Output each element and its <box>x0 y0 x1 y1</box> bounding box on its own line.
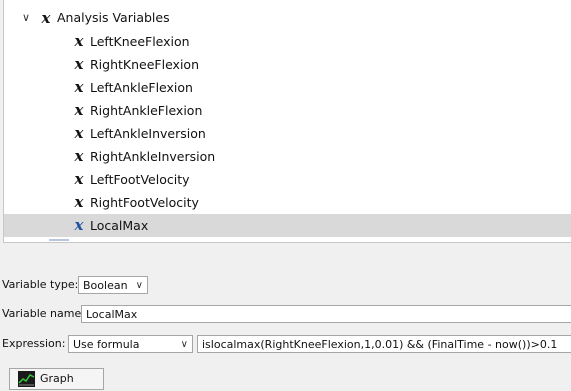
formula-input[interactable]: islocalmax(RightKneeFlexion,1,0.01) && (… <box>197 335 571 353</box>
expression-label: Expression: <box>2 337 66 350</box>
variable-x-icon: x <box>74 55 84 73</box>
expression-row: Expression: Use formula ∨ islocalmax(Rig… <box>0 332 571 356</box>
tree-item-label: RightFootVelocity <box>90 195 199 210</box>
tree-item-rightfootvelocity[interactable]: x RightFootVelocity <box>4 191 571 214</box>
chevron-down-icon: ∨ <box>135 280 143 291</box>
tree-item-localmax[interactable]: x LocalMax <box>4 214 571 237</box>
tree-item-label: RightAnkleInversion <box>90 149 216 164</box>
variables-tree[interactable]: ∨ x Analysis Variables x LeftKneeFlexion… <box>3 0 571 243</box>
variable-name-input[interactable]: LocalMax <box>81 305 571 323</box>
tree-node-analysis-variables[interactable]: ∨ x Analysis Variables <box>4 6 571 30</box>
variable-name-value: LocalMax <box>86 308 138 321</box>
graph-button-label: Graph <box>40 372 74 385</box>
tree-item-rightkneeflexion[interactable]: x RightKneeFlexion <box>4 53 571 76</box>
variable-x-icon: x <box>74 101 84 119</box>
tree-item-label: LocalMax <box>90 218 149 233</box>
variable-name-label: Variable name: <box>2 307 85 320</box>
chevron-down-icon[interactable]: ∨ <box>22 6 34 30</box>
variable-type-label: Variable type: <box>2 278 79 291</box>
tree-item-label: LeftAnkleInversion <box>90 126 206 141</box>
variable-x-icon: x <box>74 216 84 234</box>
formula-value: islocalmax(RightKneeFlexion,1,0.01) && (… <box>202 338 558 351</box>
tree-item-leftankleflexion[interactable]: x LeftAnkleFlexion <box>4 76 571 99</box>
tree-item-label: LeftAnkleFlexion <box>90 80 193 95</box>
variable-x-icon: x <box>74 32 84 50</box>
expression-mode-select[interactable]: Use formula ∨ <box>68 335 193 353</box>
variable-x-icon: x <box>74 124 84 142</box>
tree-item-rightankleflexion[interactable]: x RightAnkleFlexion <box>4 99 571 122</box>
variable-x-icon: x <box>74 78 84 96</box>
tree-item-label: LeftKneeFlexion <box>90 34 190 49</box>
expression-mode-value: Use formula <box>73 338 140 351</box>
variable-properties-form: Variable type: Boolean ∨ Variable name: … <box>0 243 571 391</box>
tree-scroll-indicator <box>49 239 69 241</box>
graph-button[interactable]: Graph <box>9 368 104 390</box>
tree-node-label: Analysis Variables <box>57 10 170 25</box>
tree-item-leftkneeflexion[interactable]: x LeftKneeFlexion <box>4 30 571 53</box>
chevron-down-icon: ∨ <box>180 339 188 350</box>
tree-item-label: LeftFootVelocity <box>90 172 190 187</box>
variable-x-icon: x <box>74 147 84 165</box>
tree-item-rightankleinversion[interactable]: x RightAnkleInversion <box>4 145 571 168</box>
tree-item-label: RightAnkleFlexion <box>90 103 203 118</box>
variable-x-icon: x <box>74 193 84 211</box>
variable-x-icon: x <box>74 170 84 188</box>
tree-item-label: RightKneeFlexion <box>90 57 199 72</box>
tree-item-leftfootvelocity[interactable]: x LeftFootVelocity <box>4 168 571 191</box>
graph-chart-icon <box>18 371 35 387</box>
variable-type-row: Variable type: Boolean ∨ <box>0 273 571 297</box>
tree-item-leftankleinversion[interactable]: x LeftAnkleInversion <box>4 122 571 145</box>
variable-x-icon: x <box>41 9 51 27</box>
variable-type-value: Boolean <box>83 279 128 292</box>
variable-type-select[interactable]: Boolean ∨ <box>78 276 148 294</box>
variable-name-row: Variable name: LocalMax <box>0 302 571 326</box>
